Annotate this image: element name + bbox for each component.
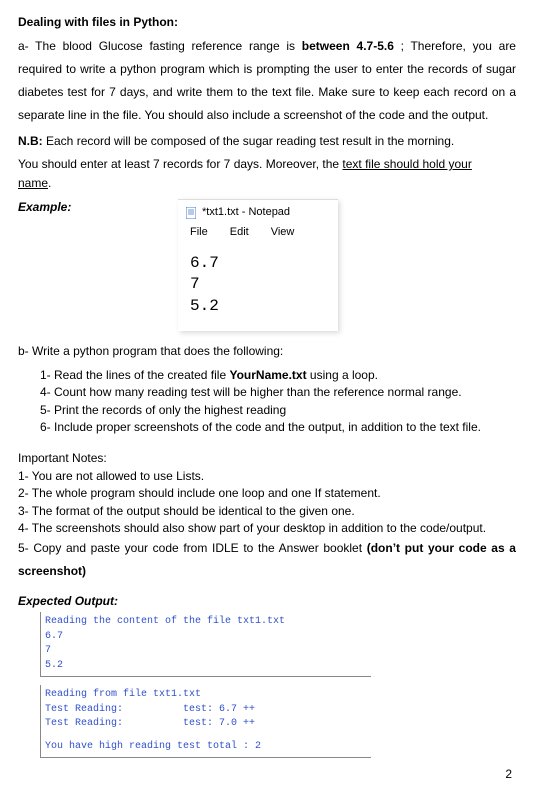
para-a-range: between 4.7-5.6 — [302, 39, 394, 53]
nb-label: N.B: — [18, 134, 43, 148]
notepad-titlebar: *txt1.txt - Notepad — [178, 200, 338, 224]
note-5: 5- Copy and paste your code from IDLE to… — [18, 537, 516, 583]
menu-edit[interactable]: Edit — [230, 225, 249, 241]
menu-view[interactable]: View — [271, 225, 295, 241]
out-line-5: Reading from file txt1.txt — [45, 688, 365, 703]
np-line-1: 6.7 — [190, 253, 326, 275]
b1-pre: 1- Read the lines of the created file — [40, 368, 229, 382]
para-a-pre: a- The blood Glucose fasting reference r… — [18, 39, 302, 53]
notepad-body[interactable]: 6.7 7 5.2 — [178, 247, 338, 322]
note-2: 2- The whole program should include one … — [18, 485, 516, 502]
line7-pre: You should enter at least 7 records for … — [18, 157, 342, 171]
note-4: 4- The screenshots should also show part… — [18, 520, 516, 537]
menu-file[interactable]: File — [190, 225, 208, 241]
out-line-3: 7 — [45, 644, 365, 659]
nb-text: Each record will be composed of the suga… — [43, 134, 455, 148]
output-box-2: Reading from file txt1.txt Test Reading:… — [40, 685, 371, 758]
paragraph-a: a- The blood Glucose fasting reference r… — [18, 35, 516, 126]
line7-u2: name — [18, 176, 48, 190]
np-line-2: 7 — [190, 274, 326, 296]
line-7-records: You should enter at least 7 records for … — [18, 156, 516, 173]
out-line-7: Test Reading: test: 7.0 ++ — [45, 717, 365, 732]
doc-heading: Dealing with files in Python: — [18, 14, 516, 31]
notepad-icon — [186, 207, 196, 219]
note-3: 3- The format of the output should be id… — [18, 503, 516, 520]
notepad-window: *txt1.txt - Notepad File Edit View 6.7 7… — [178, 199, 338, 332]
notes-list: 1- You are not allowed to use Lists. 2- … — [18, 468, 516, 583]
notes-heading: Important Notes: — [18, 450, 516, 467]
b-item-5: 5- Print the records of only the highest… — [40, 402, 516, 419]
out-line-2: 6.7 — [45, 630, 365, 645]
b1-post: using a loop. — [307, 368, 378, 382]
out-line-1: Reading the content of the file txt1.txt — [45, 615, 365, 630]
expected-output-label: Expected Output: — [18, 593, 516, 610]
b-item-4: 4- Count how many reading test will be h… — [40, 384, 516, 401]
notepad-title: *txt1.txt - Notepad — [202, 205, 290, 221]
n5-pre: 5- Copy and paste your code from IDLE to… — [18, 541, 367, 555]
out-line-8: You have high reading test total : 2 — [45, 740, 365, 755]
output-box-1: Reading the content of the file txt1.txt… — [40, 612, 371, 677]
notepad-menu: File Edit View — [178, 224, 338, 247]
out-line-4: 5.2 — [45, 659, 365, 674]
page-number: 2 — [18, 766, 516, 783]
b-item-1: 1- Read the lines of the created file Yo… — [40, 367, 516, 384]
example-label: Example: — [18, 199, 178, 216]
nb-line: N.B: Each record will be composed of the… — [18, 133, 516, 150]
part-b-list: 1- Read the lines of the created file Yo… — [18, 367, 516, 437]
part-b-intro: b- Write a python program that does the … — [18, 343, 516, 360]
line-name: name. — [18, 175, 516, 192]
b-item-6: 6- Include proper screenshots of the cod… — [40, 419, 516, 436]
line7-u1: text file should hold your — [342, 157, 471, 171]
out-line-6: Test Reading: test: 6.7 ++ — [45, 703, 365, 718]
np-line-3: 5.2 — [190, 296, 326, 318]
note-1: 1- You are not allowed to use Lists. — [18, 468, 516, 485]
b1-filename: YourName.txt — [229, 368, 306, 382]
